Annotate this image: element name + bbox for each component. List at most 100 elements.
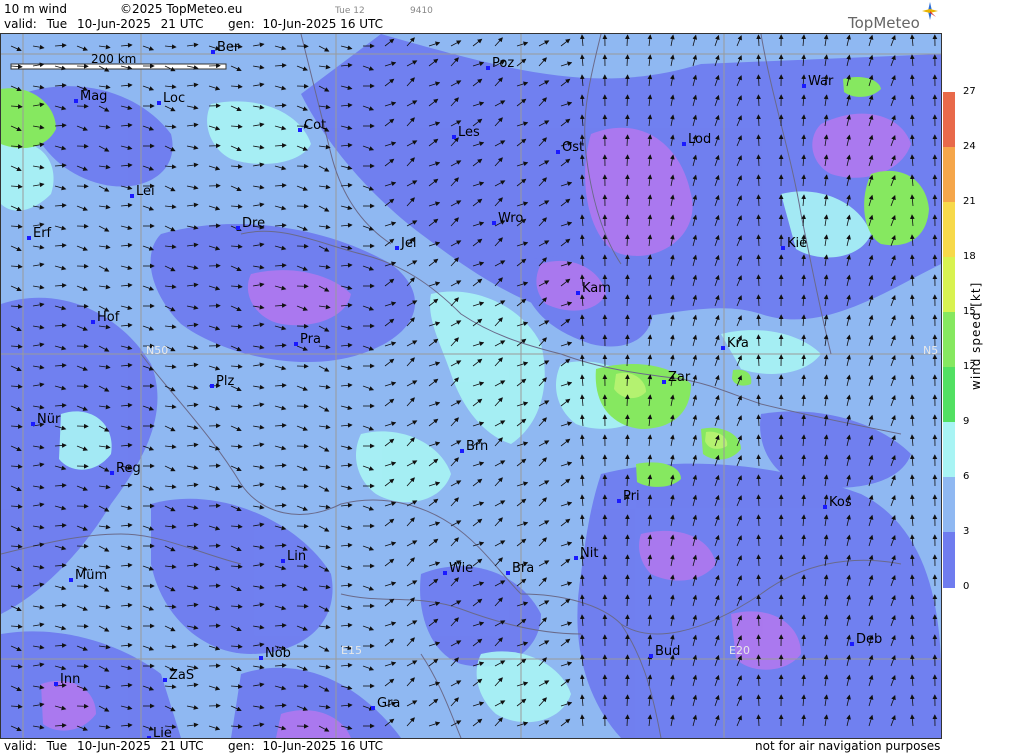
header-small-a: Tue 12 (335, 6, 365, 16)
city-marker (492, 221, 496, 225)
city-marker (54, 682, 58, 686)
city-label: Lin (287, 549, 307, 564)
legend-tick-label: 21 (963, 196, 976, 207)
legend-tick-label: 24 (963, 141, 976, 152)
city-label: Nit (580, 546, 599, 561)
valid-label: valid: (4, 17, 37, 31)
city-label: Jel (401, 236, 417, 251)
legend-tick-label: 0 (963, 581, 970, 592)
city-label: Wie (449, 561, 474, 576)
city-marker (31, 422, 35, 426)
gen-date: 10-Jun-2025 16 UTC (262, 17, 384, 31)
city-marker (69, 578, 73, 582)
city-label: Lod (688, 132, 712, 147)
city-label: Ost (562, 140, 585, 155)
legend-color-segment (943, 257, 955, 313)
city-label: Les (458, 125, 480, 140)
legend-color-segment (943, 367, 955, 423)
compass-icon (922, 2, 938, 20)
city-label: Nöb (265, 646, 291, 661)
city-marker (452, 135, 456, 139)
copyright: ©2025 TopMeteo.eu (120, 2, 243, 16)
footer-valid-date: 10-Jun-2025 (76, 739, 151, 753)
city-marker (649, 654, 653, 658)
city-label: Ber (217, 40, 240, 55)
legend-tick-label: 6 (963, 471, 970, 482)
city-label: Zar (668, 370, 691, 385)
city-label: Gra (377, 696, 401, 711)
city-marker (682, 142, 686, 146)
header-valid: valid: Tue 10-Jun-2025 21 UTC (4, 17, 204, 31)
city-label: ZaS (169, 668, 195, 683)
legend-color-segment (943, 422, 955, 478)
city-label: Erf (33, 226, 52, 241)
valid-day: Tue (46, 17, 68, 31)
footer-valid: valid: Tue 10-Jun-2025 21 UTC (4, 739, 204, 753)
city-label: Reg (116, 461, 141, 476)
city-label: Brn (466, 439, 489, 454)
city-label: Müm (75, 568, 108, 583)
header-gen: gen: 10-Jun-2025 16 UTC (228, 17, 383, 31)
legend-color-segment (943, 532, 955, 588)
footer-gen: gen: 10-Jun-2025 16 UTC (228, 739, 383, 753)
footer-gen-label: gen: (228, 739, 255, 753)
city-marker (576, 291, 580, 295)
city-label: Loc (163, 91, 186, 106)
city-marker (294, 342, 298, 346)
wind-speed-legend: 27 24 21 18 15 12 9 6 3 0 wind speed [kt] (943, 86, 1033, 592)
grid-label-n5: N5 (923, 344, 939, 357)
legend-color-segment (943, 477, 955, 533)
topmeteo-logo: TopMeteo (848, 2, 938, 32)
city-label: Wro (498, 211, 524, 226)
city-marker (236, 226, 240, 230)
city-label: Deb (856, 632, 883, 647)
legend-color-segment (943, 147, 955, 203)
valid-time: 21 UTC (160, 17, 204, 31)
city-marker (574, 556, 578, 560)
city-marker (486, 66, 490, 70)
city-marker (110, 471, 114, 475)
legend-color-segment (943, 312, 955, 368)
legend-tick-label: 18 (963, 251, 976, 262)
city-marker (281, 559, 285, 563)
legend-color-segment (943, 92, 955, 148)
city-label: Bra (512, 561, 535, 576)
city-marker (617, 499, 621, 503)
footer-disclaimer: not for air navigation purposes (755, 739, 941, 753)
city-marker (506, 571, 510, 575)
logo-text: TopMeteo (848, 14, 920, 32)
city-label: Plz (216, 374, 235, 389)
city-label: Hof (97, 310, 120, 325)
footer-valid-day: Tue (46, 739, 68, 753)
city-label: Pri (623, 489, 640, 504)
grid-label-n50: N50 (146, 344, 169, 357)
scale-bar-label: 200 km (91, 52, 137, 66)
header-small-b: 9410 (410, 6, 433, 16)
city-marker (556, 150, 560, 154)
grid-label-e20: E20 (729, 644, 750, 657)
city-label: Bud (655, 644, 681, 659)
grid-label-e15: E15 (341, 644, 362, 657)
city-label: Nür (37, 412, 61, 427)
legend-color-segment (943, 202, 955, 258)
city-marker (802, 84, 806, 88)
city-marker (823, 505, 827, 509)
city-label: Poz (492, 56, 515, 71)
city-marker (721, 346, 725, 350)
city-marker (74, 99, 78, 103)
city-label: Kie (787, 236, 808, 251)
footer-valid-label: valid: (4, 739, 37, 753)
city-label: Inn (60, 672, 81, 687)
city-marker (662, 380, 666, 384)
city-marker (163, 678, 167, 682)
gen-label: gen: (228, 17, 255, 31)
city-label: War (808, 74, 834, 89)
legend-title: wind speed [kt] (969, 281, 983, 390)
map-title: 10 m wind (4, 2, 67, 16)
city-label: Dre (242, 216, 266, 231)
city-label: Mag (80, 89, 108, 104)
city-label: Kra (727, 336, 749, 351)
city-marker (443, 571, 447, 575)
city-marker (91, 320, 95, 324)
wind-map[interactable]: 200 km N50 N5 E15 E20 Ber Poz Mag Loc War Cot… (0, 33, 942, 739)
